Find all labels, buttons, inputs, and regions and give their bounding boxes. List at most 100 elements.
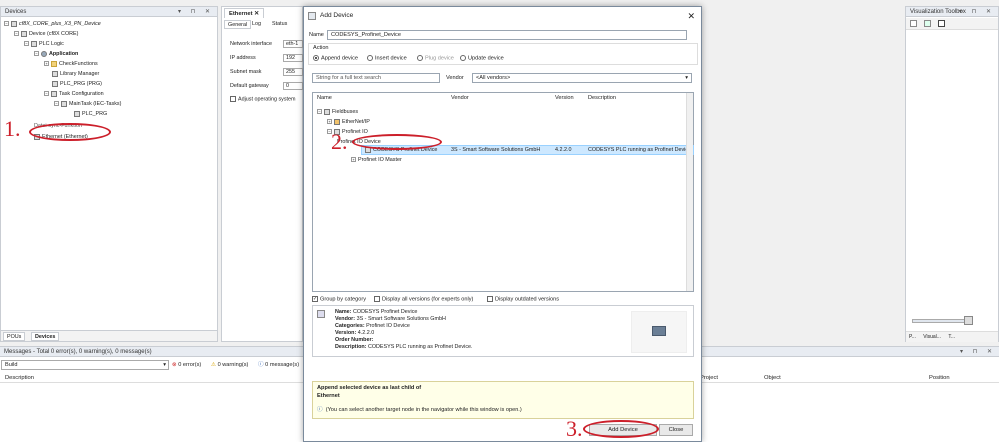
info-key: Description: — [335, 344, 367, 350]
info-icon: ⓘ — [258, 362, 264, 368]
info-key: Categories: — [335, 323, 365, 329]
tree-item-plc-prg-call[interactable]: PLC_PRG — [74, 109, 107, 119]
tree-ethernet-ip[interactable]: + EtherNet/IP — [327, 117, 370, 127]
device-image — [631, 311, 687, 353]
col-position[interactable]: Position — [929, 373, 950, 383]
tree-item-project[interactable]: − cf8X_CORE_plus_X3_PN_Device — [4, 19, 101, 29]
col-vendor[interactable]: Vendor — [451, 95, 469, 101]
ip-address-field[interactable]: 192 — [283, 54, 303, 62]
build-select[interactable]: Build ▾ — [1, 360, 169, 370]
network-interface-field[interactable]: eth-1 — [283, 40, 303, 48]
tab-pous[interactable]: POUs — [3, 332, 26, 341]
col-version[interactable]: Version — [555, 95, 574, 101]
fieldbus-icon — [324, 108, 330, 115]
group-by-category-checkbox[interactable]: ✓ Group by category — [312, 296, 366, 302]
panel-tools[interactable]: ▾ ⊓ ✕ — [178, 7, 214, 17]
close-button[interactable]: Close — [659, 424, 693, 436]
tree-profinet-io-master[interactable]: + Profinet IO Master — [351, 155, 402, 165]
tree-fieldbuses[interactable]: − Fieldbuses — [317, 107, 358, 117]
tab-vis-visual[interactable]: Visual... — [923, 334, 941, 340]
info-key: Version: — [335, 330, 357, 336]
search-icon[interactable] — [964, 316, 973, 325]
info-key: Order Number: — [335, 337, 374, 343]
library-icon — [52, 70, 58, 77]
list-scrollbar[interactable] — [686, 93, 693, 291]
action-label: Action — [313, 45, 329, 51]
append-device-radio[interactable]: Append device — [313, 55, 358, 61]
add-device-dialog: Add Device ✕ Name CODESYS_Profinet_Devic… — [303, 6, 702, 442]
info-key: Name: — [335, 309, 352, 315]
display-outdated-checkbox[interactable]: Display outdated versions — [487, 296, 559, 302]
devices-bottom-tabs: POUs Devices — [1, 330, 217, 341]
ethernet-ip-icon — [334, 118, 340, 125]
adjust-os-checkbox[interactable]: Adjust operating system — [230, 96, 296, 102]
append-info-box: Append selected device as last child of … — [312, 381, 694, 419]
devices-panel: Devices ▾ ⊓ ✕ − cf8X_CORE_plus_X3_PN_Devic… — [0, 6, 218, 342]
info-value: 3S - Smart Software Solutions GmbH — [355, 316, 446, 322]
device-picture-icon — [652, 326, 666, 336]
insert-device-radio[interactable]: Insert device — [367, 55, 407, 61]
network-interface-label: Network interface — [230, 41, 272, 47]
info-line: Description: CODESYS PLC running as Prof… — [335, 344, 473, 351]
info-line: Categories: Profinet IO Device — [335, 323, 473, 330]
vendor-select[interactable]: <All vendors> ▾ — [472, 73, 692, 83]
name-label: Name — [309, 32, 324, 38]
selected-version: 4.2.2.0 — [555, 147, 572, 153]
new-element-icon[interactable] — [910, 20, 917, 27]
default-gateway-field[interactable]: 0 — [283, 82, 303, 90]
element-list-icon[interactable] — [924, 20, 931, 27]
message-filter[interactable]: ⓘ 0 message(s) — [258, 360, 299, 370]
device-list: Name Vendor Version Description − Fieldbu… — [312, 92, 694, 292]
warning-filter[interactable]: ⚠ 0 warning(s) — [211, 360, 248, 370]
col-description[interactable]: Description — [588, 95, 616, 101]
append-target: Ethernet — [317, 393, 340, 399]
tab-vis-t[interactable]: T... — [948, 334, 955, 340]
selected-description: CODESYS PLC running as Profinet Device. — [588, 147, 693, 153]
vis-toolbox-title: Visualization Toolbox ▾ ⊓ ✕ — [906, 7, 998, 17]
col-name[interactable]: Name — [317, 95, 332, 101]
chevron-down-icon: ▾ — [685, 75, 688, 81]
devices-panel-title: Devices ▾ ⊓ ✕ — [1, 7, 217, 17]
subtab-status[interactable]: Status — [269, 20, 290, 29]
action-group: Action Append device Insert device Plug … — [308, 43, 698, 65]
tab-vis-p[interactable]: P... — [909, 334, 916, 340]
tree-item-library-manager[interactable]: Library Manager — [52, 69, 99, 79]
info-value: CODESYS Profinet Device — [351, 309, 418, 315]
tree-item-plc-logic[interactable]: − PLC Logic — [24, 39, 64, 49]
tree-item-task-config[interactable]: − Task Configuration — [44, 89, 104, 99]
tree-item-plc-prg[interactable]: PLC_PRG (PRG) — [52, 79, 102, 89]
info-line: Vendor: 3S - Smart Software Solutions Gm… — [335, 316, 473, 323]
col-object[interactable]: Object — [764, 373, 781, 383]
display-all-versions-checkbox[interactable]: Display all versions (for experts only) — [374, 296, 473, 302]
subtab-general[interactable]: General — [224, 20, 252, 29]
close-icon[interactable]: ✕ — [687, 7, 695, 25]
col-description[interactable]: Description — [5, 373, 34, 383]
subnet-mask-field[interactable]: 255 — [283, 68, 303, 76]
tab-devices[interactable]: Devices — [31, 332, 60, 341]
annotation-3: 3. — [566, 416, 583, 441]
search-input[interactable]: String for a full text search — [312, 73, 440, 83]
annotation-ellipse-2 — [352, 134, 442, 150]
subtab-log[interactable]: Log — [249, 20, 264, 29]
tree-item-device[interactable]: − Device (cf8X CORE) — [14, 29, 78, 39]
subnet-mask-label: Subnet mask — [230, 69, 262, 75]
pou-icon — [52, 80, 58, 87]
annotation-ellipse-1 — [29, 123, 111, 141]
col-project[interactable]: Project — [700, 373, 718, 383]
plug-device-radio[interactable]: Plug device — [417, 55, 454, 61]
ethernet-editor: Ethernet ✕ General Log Status Network in… — [221, 6, 303, 342]
name-field[interactable]: CODESYS_Profinet_Device — [327, 30, 687, 40]
info-value: Profinet IO Device — [364, 323, 410, 329]
tree-item-maintask[interactable]: − MainTask (IEC-Tasks) — [54, 99, 121, 109]
project-icon — [11, 20, 17, 27]
info-value: 4.2.2.0 — [356, 330, 375, 336]
error-filter[interactable]: ⊗ 0 error(s) — [172, 360, 201, 370]
update-device-radio[interactable]: Update device — [460, 55, 504, 61]
image-icon[interactable] — [938, 20, 945, 27]
annotation-1: 1. — [4, 116, 21, 141]
zoom-slider[interactable] — [912, 319, 968, 323]
tab-ethernet[interactable]: Ethernet ✕ — [224, 8, 264, 18]
hint-text: ⓘ (You can select another target node in… — [317, 407, 522, 413]
tree-item-application[interactable]: − Application — [34, 49, 78, 59]
tree-item-checkfunctions[interactable]: + CheckFunctions — [44, 59, 98, 69]
